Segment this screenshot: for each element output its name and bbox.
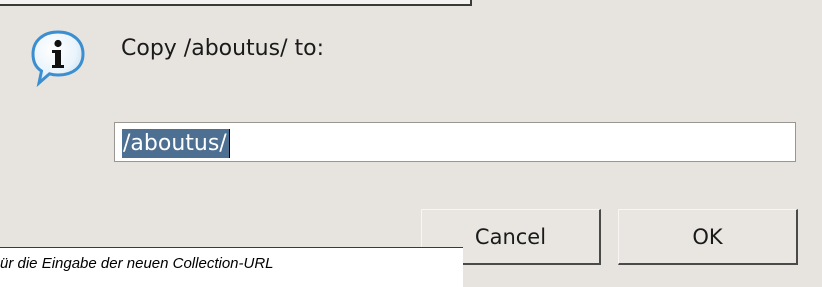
text-caret (229, 129, 230, 158)
figure-caption-bar: ür die Eingabe der neuen Collection-URL (0, 247, 463, 287)
copy-dialog: Copy /aboutus/ to: /aboutus/ Cancel OK ü… (0, 0, 822, 287)
info-icon (28, 28, 88, 88)
overlapping-window-edge (0, 0, 472, 6)
selected-input-text: /aboutus/ (122, 129, 229, 158)
dialog-message: Copy /aboutus/ to: (121, 36, 324, 61)
destination-input[interactable]: /aboutus/ (114, 122, 796, 162)
screenshot-stage: Copy /aboutus/ to: /aboutus/ Cancel OK ü… (0, 0, 822, 287)
figure-caption: ür die Eingabe der neuen Collection-URL (0, 255, 274, 272)
ok-button[interactable]: OK (618, 209, 798, 265)
